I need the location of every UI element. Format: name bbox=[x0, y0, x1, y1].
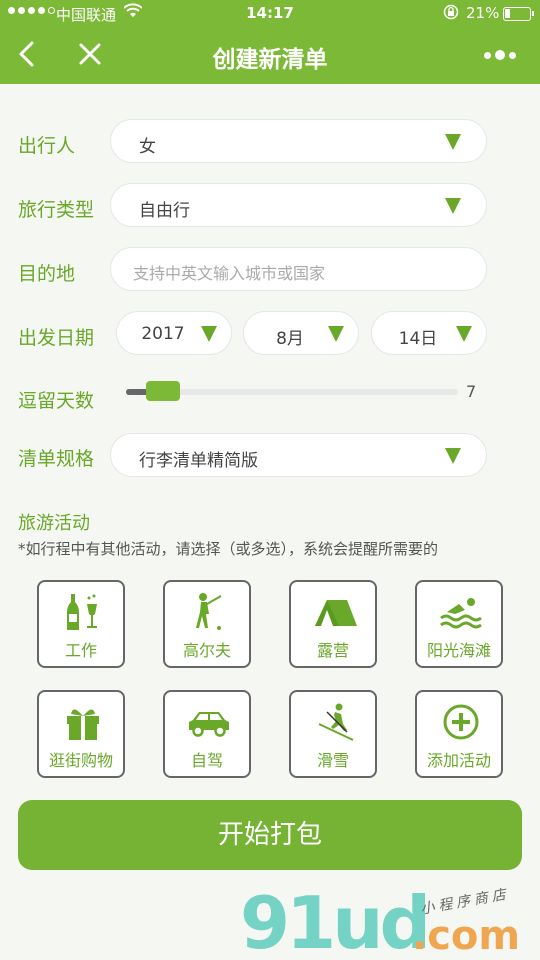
activity-label: 逛街购物 bbox=[48, 751, 113, 770]
activity-beach[interactable]: 阳光海滩 bbox=[415, 580, 503, 668]
day-select[interactable]: 14日 bbox=[371, 311, 487, 355]
list-spec-value: 行李清单精简版 bbox=[139, 451, 258, 471]
golf-icon bbox=[187, 592, 231, 632]
month-select[interactable]: 8月 bbox=[243, 311, 359, 355]
trip-type-select[interactable]: 自由行 bbox=[110, 183, 487, 227]
activity-camping[interactable]: 露营 bbox=[289, 580, 377, 668]
champagne-icon bbox=[61, 592, 105, 632]
gift-icon bbox=[61, 702, 105, 742]
dropdown-arrow-icon bbox=[201, 326, 217, 342]
watermark-brand: 91ud bbox=[240, 881, 431, 960]
car-icon bbox=[187, 702, 231, 742]
swimming-icon bbox=[439, 592, 483, 632]
year-select[interactable]: 2017 bbox=[116, 311, 232, 355]
activity-skiing[interactable]: 滑雪 bbox=[289, 690, 377, 778]
clock: 14:17 bbox=[246, 4, 294, 22]
nav-bar: 创建新清单 bbox=[0, 28, 540, 84]
start-packing-button[interactable]: 开始打包 bbox=[18, 800, 522, 870]
battery-percent: 21% bbox=[466, 4, 500, 22]
rotation-lock-icon bbox=[443, 4, 459, 24]
status-bar: 中国联通 14:17 21% bbox=[0, 0, 540, 28]
stay-days-label: 逗留天数 bbox=[18, 390, 95, 412]
activities-note: *如行程中有其他活动，请选择（或多选），系统会提醒所需要的 bbox=[18, 540, 439, 558]
trip-type-label: 旅行类型 bbox=[18, 199, 95, 221]
watermark-domain: .com bbox=[412, 913, 521, 959]
tent-icon bbox=[313, 592, 357, 632]
plus-circle-icon bbox=[439, 702, 483, 742]
dropdown-arrow-icon bbox=[445, 134, 461, 150]
battery-icon bbox=[503, 7, 534, 21]
page-title: 创建新清单 bbox=[212, 47, 328, 73]
activity-work[interactable]: 工作 bbox=[37, 580, 125, 668]
watermark-logo: 91ud 小程序商店 .com bbox=[240, 881, 540, 960]
activities-title: 旅游活动 bbox=[18, 513, 90, 534]
date-label: 出发日期 bbox=[18, 327, 95, 349]
list-spec-select[interactable]: 行李清单精简版 bbox=[110, 433, 487, 477]
activity-label: 阳光海滩 bbox=[426, 641, 491, 660]
activity-label: 添加活动 bbox=[426, 751, 491, 770]
activity-golf[interactable]: 高尔夫 bbox=[163, 580, 251, 668]
destination-input[interactable]: 支持中英文输入城市或国家 bbox=[110, 247, 487, 291]
more-options-icon[interactable] bbox=[484, 50, 516, 60]
trip-type-value: 自由行 bbox=[139, 201, 190, 221]
destination-label: 目的地 bbox=[18, 263, 76, 285]
ski-icon bbox=[313, 702, 357, 742]
activity-label: 工作 bbox=[64, 641, 97, 660]
traveler-select[interactable]: 女 bbox=[110, 119, 487, 163]
slider-thumb[interactable] bbox=[146, 381, 180, 401]
dropdown-arrow-icon bbox=[445, 198, 461, 214]
list-spec-label: 清单规格 bbox=[18, 448, 95, 470]
activity-label: 高尔夫 bbox=[182, 641, 231, 660]
destination-placeholder: 支持中英文输入城市或国家 bbox=[133, 264, 326, 283]
traveler-value: 女 bbox=[139, 137, 156, 157]
stay-days-value: 7 bbox=[466, 382, 477, 401]
traveler-label: 出行人 bbox=[18, 135, 76, 157]
dropdown-arrow-icon bbox=[456, 326, 472, 342]
activity-label: 露营 bbox=[316, 641, 349, 660]
activity-driving[interactable]: 自驾 bbox=[163, 690, 251, 778]
activity-label: 滑雪 bbox=[316, 751, 349, 770]
dropdown-arrow-icon bbox=[445, 448, 461, 464]
activity-add[interactable]: 添加活动 bbox=[415, 690, 503, 778]
activity-label: 自驾 bbox=[190, 751, 223, 770]
dropdown-arrow-icon bbox=[328, 326, 344, 342]
activity-shopping[interactable]: 逛街购物 bbox=[37, 690, 125, 778]
